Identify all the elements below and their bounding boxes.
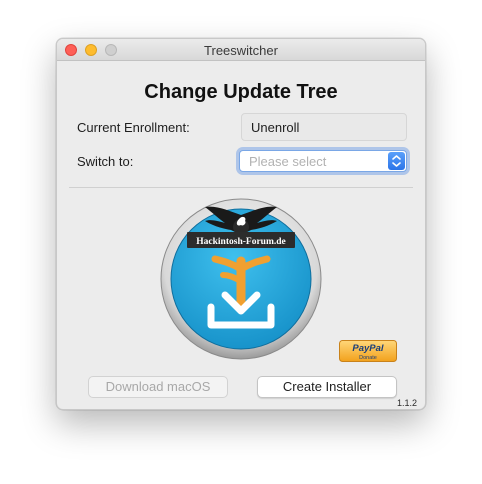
paypal-brand-text: PayPal xyxy=(352,343,384,354)
paypal-donate-text: Donate xyxy=(359,355,377,361)
chevron-up-down-icon[interactable] xyxy=(388,152,405,170)
app-icon: Hackintosh-Forum.de xyxy=(159,197,323,361)
switch-to-select[interactable]: Please select xyxy=(239,150,407,172)
current-enrollment-label: Current Enrollment: xyxy=(77,120,190,135)
window-title: Treeswitcher xyxy=(204,43,278,58)
switch-to-placeholder: Please select xyxy=(249,154,327,169)
divider xyxy=(69,187,413,188)
switch-to-label: Switch to: xyxy=(77,154,134,169)
create-installer-button[interactable]: Create Installer xyxy=(257,376,397,398)
current-enrollment-field: Unenroll xyxy=(241,113,407,141)
icon-banner-text: Hackintosh-Forum.de xyxy=(196,237,285,247)
paypal-donate-button[interactable]: PayPal Donate xyxy=(339,340,397,362)
page-title: Change Update Tree xyxy=(144,81,338,103)
app-window: Treeswitcher Change Update Tree Current … xyxy=(56,38,426,410)
download-macos-button[interactable]: Download macOS xyxy=(88,376,228,398)
title-bar[interactable]: Treeswitcher xyxy=(57,39,425,61)
version-label: 1.1.2 xyxy=(396,398,417,408)
